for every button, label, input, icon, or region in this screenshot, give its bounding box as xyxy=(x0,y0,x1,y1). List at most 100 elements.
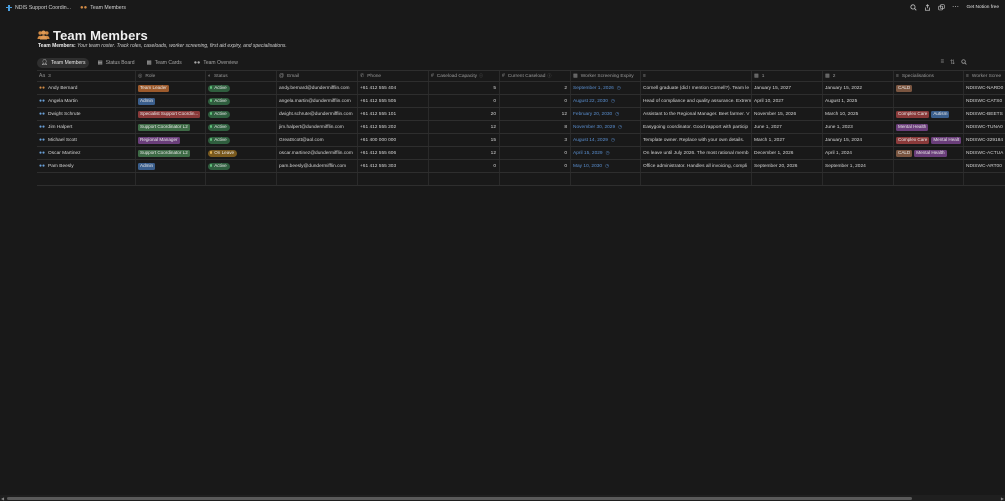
cell-phone[interactable]: +61 412 555 101 xyxy=(358,108,429,120)
column-header-specialisations[interactable]: ≡ Specialisations xyxy=(894,71,964,81)
cell-email[interactable]: andy.bernard@dundermifflin.com xyxy=(277,82,358,94)
cell-phone[interactable]: +61 412 555 303 xyxy=(358,160,429,172)
table-row[interactable]: ●● Angela Martin Admin Active angela.martin@… xyxy=(37,95,1005,108)
cell-date-1[interactable]: January 15, 2027 xyxy=(752,82,823,94)
cell-role[interactable]: Admin xyxy=(136,95,206,107)
cell-status[interactable]: Active xyxy=(206,82,277,94)
column-header-date-2[interactable]: ▩ 2 xyxy=(823,71,894,81)
duplicate-icon[interactable] xyxy=(938,3,945,11)
cell-capacity[interactable]: 20 xyxy=(429,108,500,120)
cell-screening-expiry[interactable]: April 15, 2029 ◷ xyxy=(571,147,641,159)
cell-screening-expiry[interactable]: August 22, 2030 ◷ xyxy=(571,95,641,107)
cell-date-2[interactable]: January 15, 2024 xyxy=(823,134,894,146)
column-header-status[interactable]: ◐ Status xyxy=(206,71,277,81)
cell-date-2[interactable]: June 1, 2023 xyxy=(823,121,894,133)
cell-date-2[interactable]: August 1, 2025 xyxy=(823,95,894,107)
column-header-email[interactable]: @ Email xyxy=(277,71,358,81)
horizontal-scrollbar[interactable]: ◀ ▶ xyxy=(0,495,1005,501)
cell-phone[interactable]: +61 412 555 505 xyxy=(358,95,429,107)
cell-notes[interactable]: On leave until July 2026. The most ratio… xyxy=(641,147,752,159)
cell-email[interactable]: pam.beesly@dundermifflin.com xyxy=(277,160,358,172)
cell-email[interactable]: angela.martin@dundermifflin.com xyxy=(277,95,358,107)
column-header-notes[interactable]: ≡ xyxy=(641,71,752,81)
tab-team-cards[interactable]: ▩ Team Cards xyxy=(143,58,186,68)
cell-capacity[interactable]: 12 xyxy=(429,121,500,133)
cell-worker-screening[interactable]: NDISWC-ART00 xyxy=(964,160,1005,172)
specialisation-tag[interactable]: Mental Healt xyxy=(931,136,962,144)
cell-specialisations[interactable]: Mental Health xyxy=(894,121,964,133)
search-icon[interactable] xyxy=(961,59,967,67)
cell-email[interactable]: jim.halpert@dundermifflin.com xyxy=(277,121,358,133)
cell-capacity[interactable]: 15 xyxy=(429,134,500,146)
cell-role[interactable]: Support Coordinator L2 xyxy=(136,121,206,133)
share-icon[interactable] xyxy=(924,3,931,11)
breadcrumb-page[interactable]: ●● Team Members xyxy=(80,0,126,15)
cell-name[interactable]: ●● Angela Martin xyxy=(37,95,136,107)
cell-phone[interactable]: +61 412 555 404 xyxy=(358,82,429,94)
cell-status[interactable]: Active xyxy=(206,134,277,146)
cell-notes[interactable]: Office administrator. Handles all invoic… xyxy=(641,160,752,172)
cell-screening-expiry[interactable]: September 1, 2026 ◷ xyxy=(571,82,641,94)
scroll-left-icon[interactable]: ◀ xyxy=(1,495,4,501)
cell-current-caseload[interactable]: 8 xyxy=(500,121,571,133)
cell-date-1[interactable]: December 1, 2026 xyxy=(752,147,823,159)
cell-date-1[interactable]: April 10, 2027 xyxy=(752,95,823,107)
cell-date-1[interactable]: November 15, 2026 xyxy=(752,108,823,120)
cell-status[interactable]: Active xyxy=(206,108,277,120)
cell-current-caseload[interactable]: 0 xyxy=(500,95,571,107)
cell-capacity[interactable]: 5 xyxy=(429,82,500,94)
cell-screening-expiry[interactable]: February 20, 2030 ◷ xyxy=(571,108,641,120)
cell-screening-expiry[interactable]: August 14, 2029 ◷ xyxy=(571,134,641,146)
cell-date-1[interactable]: March 1, 2027 xyxy=(752,134,823,146)
cell-capacity[interactable]: 0 xyxy=(429,160,500,172)
table-row[interactable]: ●● Oscar Martinez Support Coordinator L2 On… xyxy=(37,147,1005,160)
cell-date-2[interactable]: April 1, 2024 xyxy=(823,147,894,159)
tab-status-board[interactable]: ▦ Status Board xyxy=(93,58,138,68)
cell-status[interactable]: On Leave xyxy=(206,147,277,159)
cell-name[interactable]: ●● Pam Beesly xyxy=(37,160,136,172)
cell-notes[interactable]: Template owner. Replace with your own de… xyxy=(641,134,752,146)
cell-date-1[interactable]: June 1, 2027 xyxy=(752,121,823,133)
scroll-right-icon[interactable]: ▶ xyxy=(1001,495,1004,501)
cell-name[interactable]: ●● Jim Halpert xyxy=(37,121,136,133)
cell-specialisations[interactable] xyxy=(894,160,964,172)
cell-role[interactable]: Team Leader xyxy=(136,82,206,94)
cell-screening-expiry[interactable]: May 10, 2030 ◷ xyxy=(571,160,641,172)
table-row[interactable]: ●● Pam Beesly Admin Active pam.beesly@dunder… xyxy=(37,160,1005,173)
column-header-name[interactable]: Aa 3 xyxy=(37,71,136,81)
column-header-capacity[interactable]: # Caseload Capacity ⓘ xyxy=(429,71,500,81)
cell-specialisations[interactable]: CALD Mental Health xyxy=(894,147,964,159)
cell-date-1[interactable]: September 20, 2026 xyxy=(752,160,823,172)
cell-notes[interactable]: Assistant to the Regional Manager. Beet … xyxy=(641,108,752,120)
cell-current-caseload[interactable]: 2 xyxy=(500,82,571,94)
cell-phone[interactable]: +61 412 555 202 xyxy=(358,121,429,133)
cell-current-caseload[interactable]: 0 xyxy=(500,147,571,159)
specialisation-tag[interactable]: Complex Care xyxy=(896,110,930,118)
cell-worker-screening[interactable]: NDISWC-BEETS xyxy=(964,108,1005,120)
cell-role[interactable]: Support Coordinator L2 xyxy=(136,147,206,159)
cell-email[interactable]: oscar.martinez@dundermifflin.com xyxy=(277,147,358,159)
cell-date-2[interactable]: March 10, 2025 xyxy=(823,108,894,120)
cell-date-2[interactable]: September 1, 2024 xyxy=(823,160,894,172)
scrollbar-thumb[interactable] xyxy=(7,496,912,500)
cell-notes[interactable]: Head of compliance and quality assurance… xyxy=(641,95,752,107)
cell-worker-screening[interactable]: NDISWC-CATS0 xyxy=(964,95,1005,107)
cell-screening-expiry[interactable]: November 30, 2029 ◷ xyxy=(571,121,641,133)
cell-role[interactable]: Admin xyxy=(136,160,206,172)
cell-status[interactable]: Active xyxy=(206,160,277,172)
tab-team-members[interactable]: 👤︎ Team Members xyxy=(37,58,90,68)
cell-worker-screening[interactable]: NDISWC-NARD0 xyxy=(964,82,1005,94)
cell-current-caseload[interactable]: 12 xyxy=(500,108,571,120)
specialisation-tag[interactable]: CALD xyxy=(896,149,913,157)
cell-email[interactable]: GreatScott@aol.com xyxy=(277,134,358,146)
cell-worker-screening[interactable]: NDISWC-ACTUA xyxy=(964,147,1005,159)
specialisation-tag[interactable]: CALD xyxy=(896,84,913,92)
table-row[interactable]: ●● Andy Bernard Team Leader Active andy.bern… xyxy=(37,82,1005,95)
column-header-role[interactable]: ◎ Role xyxy=(136,71,206,81)
cell-specialisations[interactable]: Complex Care Autism xyxy=(894,108,964,120)
specialisation-tag[interactable]: Mental Health xyxy=(914,149,947,157)
column-header-phone[interactable]: ✆ Phone xyxy=(358,71,429,81)
more-icon[interactable]: ⋯ xyxy=(952,3,959,11)
table-row[interactable]: ●● Michael Scott Regional Manager Active Gre… xyxy=(37,134,1005,147)
table-row[interactable]: ●● Jim Halpert Support Coordinator L2 Activ… xyxy=(37,121,1005,134)
